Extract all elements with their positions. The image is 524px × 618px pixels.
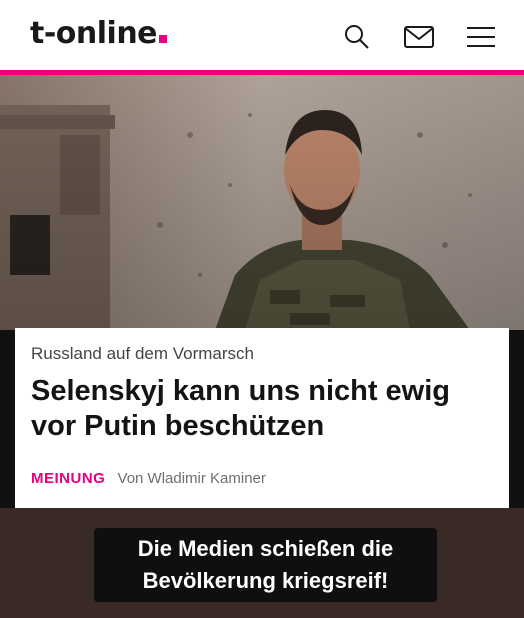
site-logo[interactable]: t-online [30,16,168,51]
article-meta: MEINUNG Von Wladimir Kaminer [31,470,266,487]
article-author[interactable]: Von Wladimir Kaminer [118,470,266,487]
caption-line-1: Die Medien schießen die [137,536,394,561]
mail-icon[interactable] [402,20,436,54]
article-card[interactable]: Russland auf dem Vormarsch Selenskyj kan… [15,328,509,508]
caption-line-2: Bevölkerung kriegsreif! [142,568,389,593]
brand-name: t-online [30,16,158,51]
hero-photo-illustration [0,75,524,330]
header-icons [340,20,498,54]
article-headline[interactable]: Selenskyj kann uns nicht ewig vor Putin … [31,374,491,444]
meme-caption: Die Medien schießen die Bevölkerung krie… [94,528,437,602]
site-header: t-online [0,0,524,70]
hero-photo[interactable] [0,75,524,330]
screenshot-frame: t-online Russland auf dem Vormarsch Sele… [0,0,524,618]
search-icon[interactable] [340,20,374,54]
brand-dot [159,35,168,43]
category-badge: MEINUNG [31,470,106,487]
caption-text: Die Medien schießen die Bevölkerung krie… [94,533,437,597]
menu-icon[interactable] [464,20,498,54]
article-kicker: Russland auf dem Vormarsch [31,344,254,363]
